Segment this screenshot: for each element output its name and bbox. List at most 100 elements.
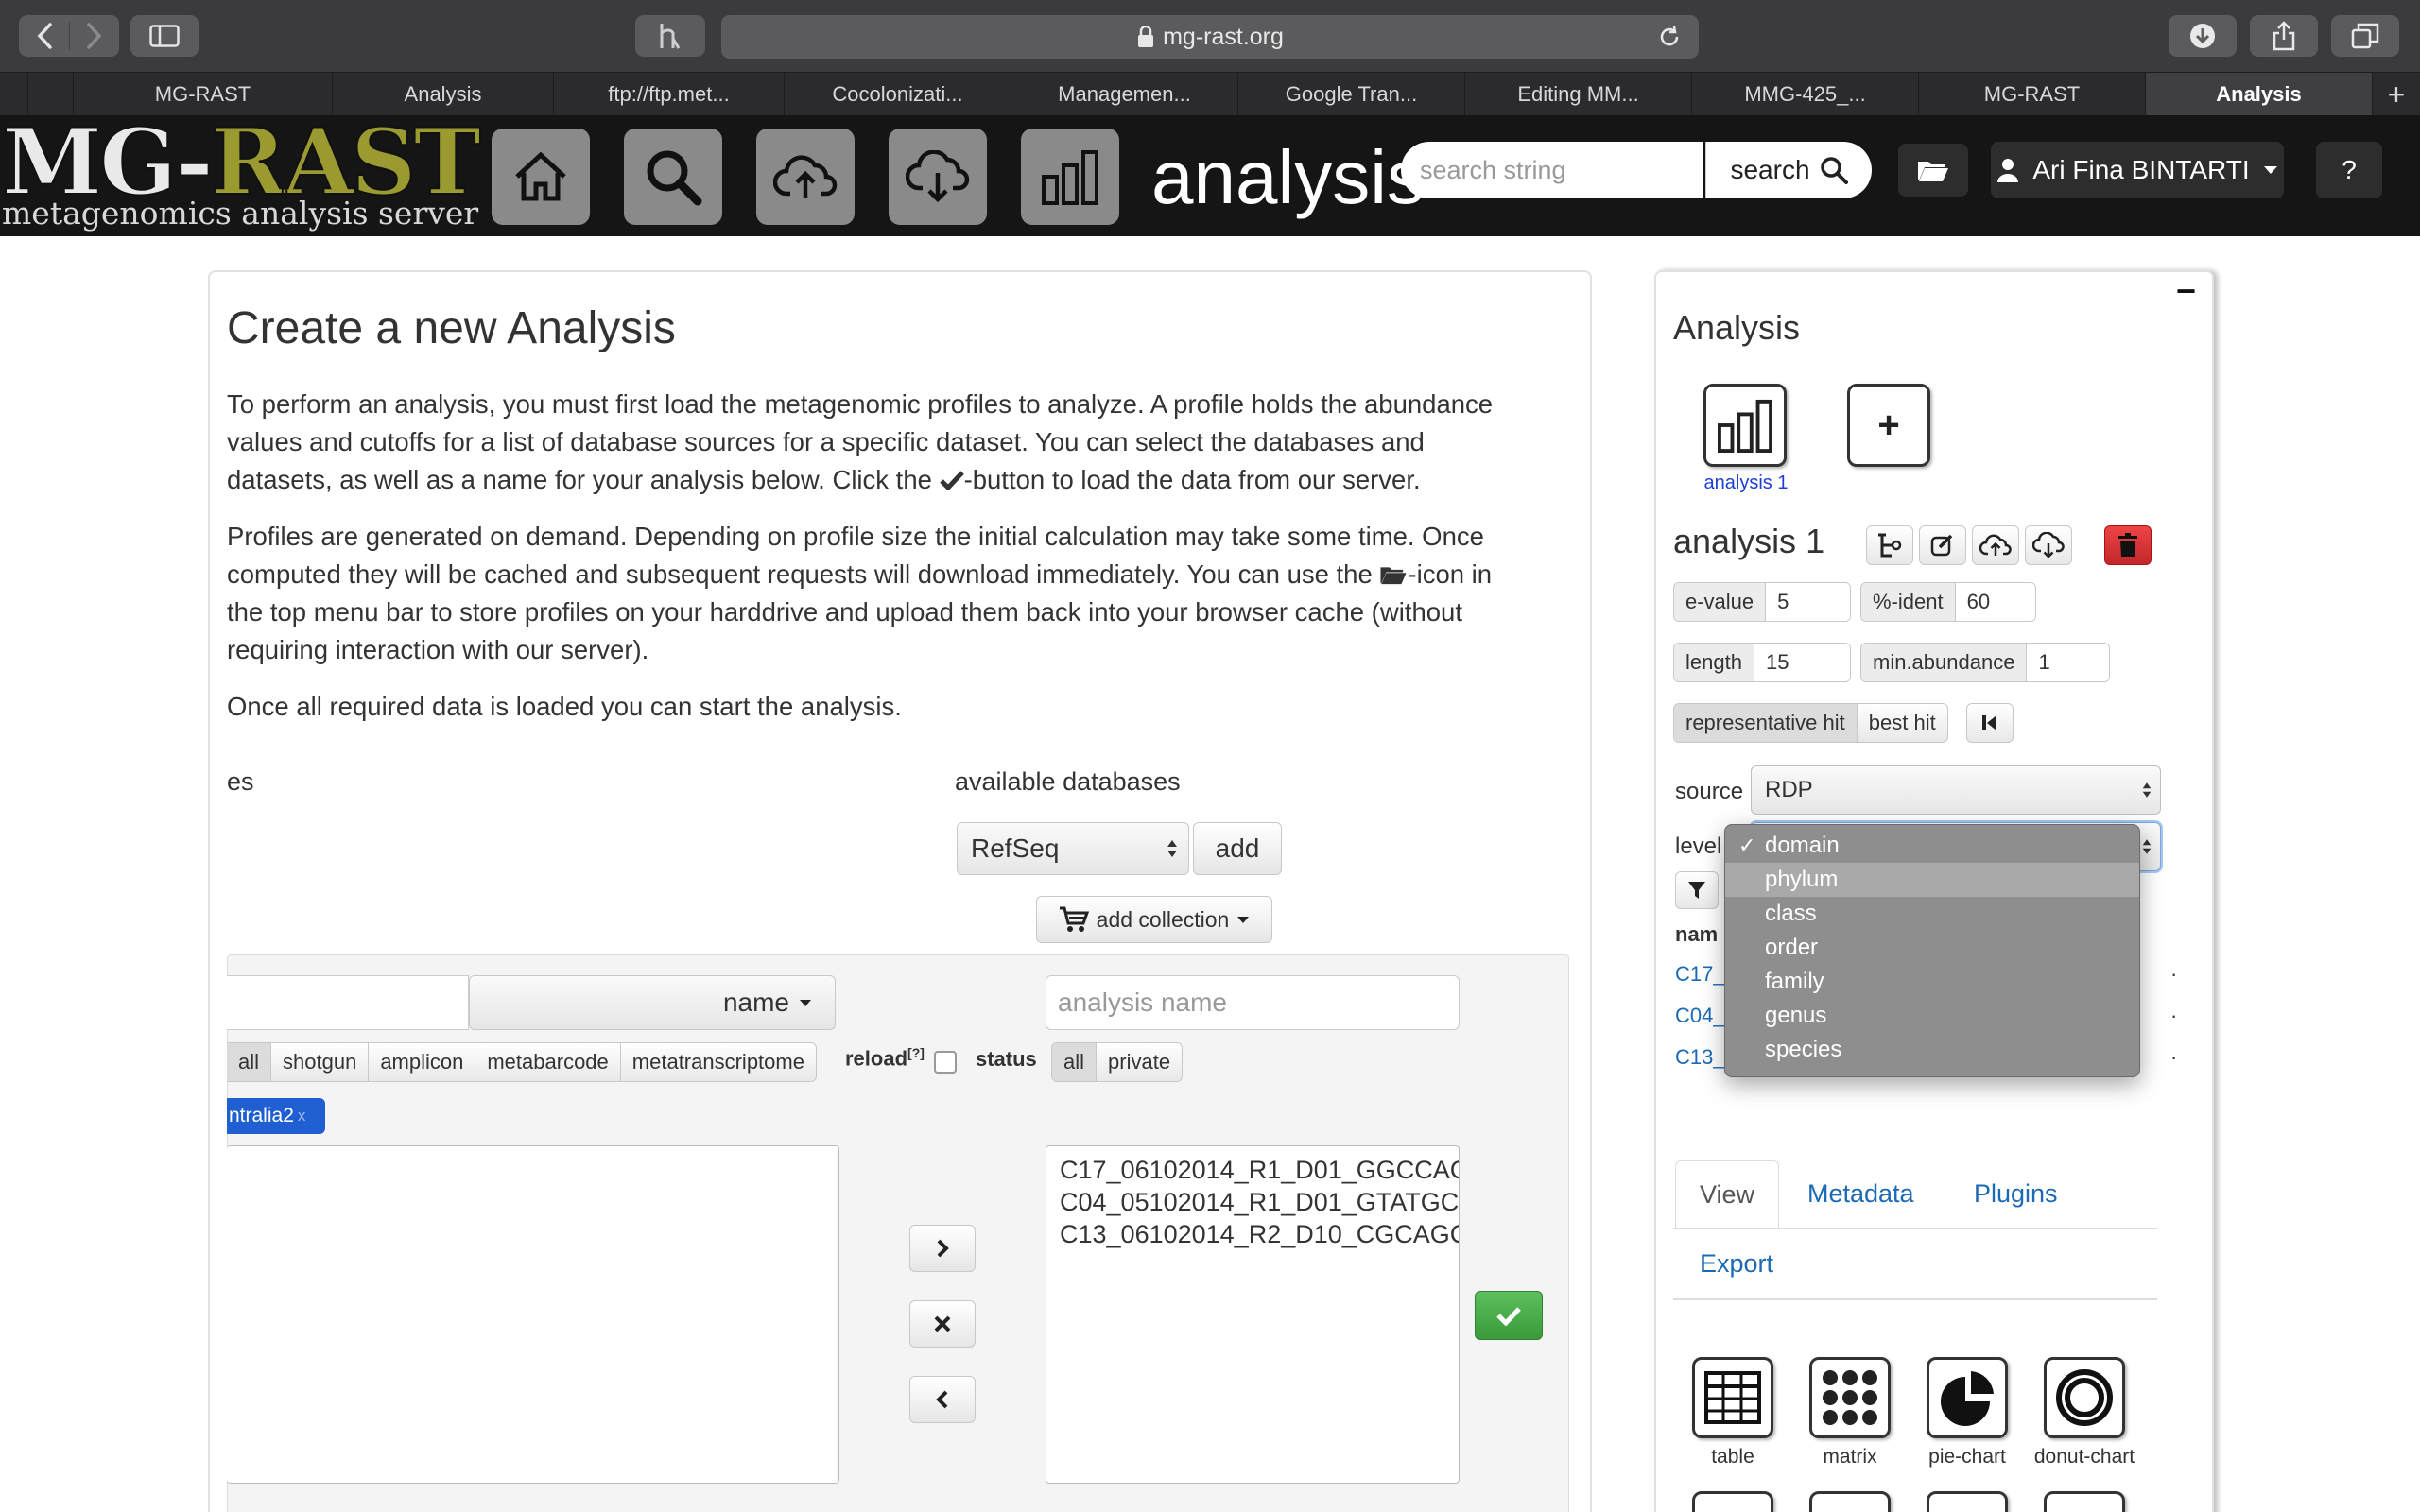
project-filter-tag[interactable]: ntralia2 x [227, 1098, 325, 1134]
best-hit-option[interactable]: best hit [1858, 704, 1947, 742]
tab-analysis-active[interactable]: Analysis [2146, 73, 2373, 116]
evalue-field[interactable]: e-value 5 [1673, 582, 1851, 622]
visualization-tile-partial[interactable] [1809, 1491, 1891, 1512]
visualization-tile-partial[interactable] [1692, 1491, 1773, 1512]
filter-all[interactable]: all [227, 1043, 272, 1081]
status-all[interactable]: all [1052, 1043, 1098, 1081]
user-menu-button[interactable]: Ari Fina BINTARTI [1991, 142, 2284, 198]
reload-icon[interactable] [1657, 25, 1682, 49]
upload-analysis-button[interactable] [1972, 525, 2019, 565]
folder-button[interactable] [1898, 144, 1968, 197]
download-nav-button[interactable] [889, 129, 987, 225]
reset-cutoffs-button[interactable] [1966, 703, 2014, 743]
new-tab-icon[interactable]: + [2373, 73, 2420, 116]
help-button[interactable]: ? [2316, 142, 2382, 198]
selected-dataset-item[interactable]: C17_06102014_R1_D01_GGCCAC [1060, 1154, 1459, 1186]
search-input[interactable] [1401, 142, 1703, 198]
add-database-button[interactable]: add [1193, 822, 1282, 875]
analysis-name-input[interactable] [1046, 975, 1460, 1030]
search-nav-button[interactable] [624, 129, 722, 225]
length-field[interactable]: length 15 [1673, 643, 1851, 682]
reload-help-link[interactable]: [?] [908, 1045, 925, 1060]
back-icon[interactable] [22, 22, 69, 50]
min-abundance-value[interactable]: 1 [2027, 644, 2109, 681]
filter-shotgun[interactable]: shotgun [271, 1043, 370, 1081]
tab-cocolonization[interactable]: Cocolonizati... [785, 73, 1011, 116]
status-private[interactable]: private [1097, 1043, 1182, 1081]
add-analysis-button[interactable]: + [1847, 384, 1930, 467]
edit-analysis-button[interactable] [1919, 525, 1966, 565]
dataset-filter-input[interactable] [227, 975, 469, 1030]
filter-metatranscriptome[interactable]: metatranscriptome [621, 1043, 816, 1081]
filter-field-select[interactable]: name [469, 975, 836, 1030]
share-button[interactable] [2250, 15, 2318, 57]
tab-overview-button[interactable] [2331, 15, 2399, 57]
tab-management[interactable]: Managemen... [1011, 73, 1238, 116]
dataset-row-link[interactable]: C04_ [1675, 1004, 1725, 1028]
level-option-species[interactable]: species [1725, 1033, 2139, 1067]
level-option-genus[interactable]: genus [1725, 999, 2139, 1033]
visualization-tile-partial[interactable] [1927, 1491, 2008, 1512]
length-value[interactable]: 15 [1754, 644, 1850, 681]
tab-mmg[interactable]: MMG-425_... [1692, 73, 1919, 116]
evalue-value[interactable]: 5 [1766, 583, 1850, 621]
analysis-1-link[interactable]: analysis 1 [1685, 472, 1807, 494]
dataset-row-link[interactable]: C17_ [1675, 962, 1725, 987]
downloads-button[interactable] [2169, 15, 2237, 57]
forward-icon[interactable] [70, 22, 117, 50]
collapse-panel-button[interactable]: − [2176, 274, 2196, 308]
selected-dataset-item[interactable]: C13_06102014_R2_D10_CGCAGC [1060, 1218, 1459, 1250]
filter-metabarcode[interactable]: metabarcode [475, 1043, 621, 1081]
level-option-domain[interactable]: ✓ domain [1725, 829, 2139, 863]
sidebar-toggle-button[interactable] [130, 15, 199, 57]
table-view-button[interactable] [1692, 1357, 1773, 1438]
tab-editing[interactable]: Editing MM... [1465, 73, 1692, 116]
reader-button[interactable] [635, 15, 705, 57]
home-button[interactable] [492, 129, 590, 225]
search-button[interactable]: search [1705, 142, 1872, 198]
reload-checkbox[interactable] [934, 1051, 957, 1074]
selected-datasets-list[interactable]: C17_06102014_R1_D01_GGCCAC C04_05102014_… [1046, 1145, 1460, 1484]
level-option-family[interactable]: family [1725, 965, 2139, 999]
add-selected-button[interactable] [909, 1225, 976, 1272]
tab-export[interactable]: Export [1700, 1249, 1773, 1279]
rename-button[interactable] [1866, 525, 1913, 565]
address-bar[interactable]: mg-rast.org [721, 15, 1699, 59]
min-abundance-field[interactable]: min.abundance 1 [1860, 643, 2110, 682]
upload-nav-button[interactable] [756, 129, 855, 225]
tab-google-translate[interactable]: Google Tran... [1238, 73, 1465, 116]
level-option-order[interactable]: order [1725, 931, 2139, 965]
analysis-nav-button[interactable] [1021, 129, 1119, 225]
pie-chart-view-button[interactable] [1927, 1357, 2008, 1438]
load-data-button[interactable] [1475, 1291, 1543, 1340]
level-option-phylum[interactable]: phylum [1725, 863, 2139, 897]
clear-selected-button[interactable] [909, 1300, 976, 1348]
add-collection-button[interactable]: add collection [1036, 896, 1272, 943]
filter-button[interactable] [1675, 871, 1719, 909]
tab-view[interactable]: View [1675, 1160, 1779, 1228]
matrix-view-button[interactable] [1809, 1357, 1891, 1438]
source-select[interactable]: RDP [1751, 765, 2161, 815]
tab-mg-rast-2[interactable]: MG-RAST [1919, 73, 2146, 116]
tab-ftp[interactable]: ftp://ftp.met... [554, 73, 785, 116]
level-option-class[interactable]: class [1725, 897, 2139, 931]
ident-field[interactable]: %-ident 60 [1860, 582, 2036, 622]
dataset-row-link[interactable]: C13_ [1675, 1045, 1725, 1070]
analysis-1-tile[interactable] [1703, 384, 1787, 467]
available-datasets-list[interactable] [227, 1145, 839, 1484]
filter-amplicon[interactable]: amplicon [369, 1043, 476, 1081]
representative-hit-option[interactable]: representative hit [1674, 704, 1858, 742]
select-arrows-icon [1167, 840, 1177, 857]
tab-metadata[interactable]: Metadata [1807, 1179, 1914, 1209]
profiles-line: computed they will be cached and subsequ… [227, 556, 1560, 593]
donut-chart-view-button[interactable] [2044, 1357, 2125, 1438]
remove-tag-icon[interactable]: x [298, 1107, 306, 1125]
remove-selected-button[interactable] [909, 1376, 976, 1423]
delete-analysis-button[interactable] [2104, 525, 2152, 565]
visualization-tile-partial[interactable] [2044, 1491, 2125, 1512]
download-analysis-button[interactable] [2025, 525, 2072, 565]
ident-value[interactable]: 60 [1955, 583, 2035, 621]
database-select[interactable]: RefSeq [957, 822, 1189, 875]
tab-plugins[interactable]: Plugins [1974, 1179, 2058, 1209]
selected-dataset-item[interactable]: C04_05102014_R1_D01_GTATGC [1060, 1186, 1459, 1218]
